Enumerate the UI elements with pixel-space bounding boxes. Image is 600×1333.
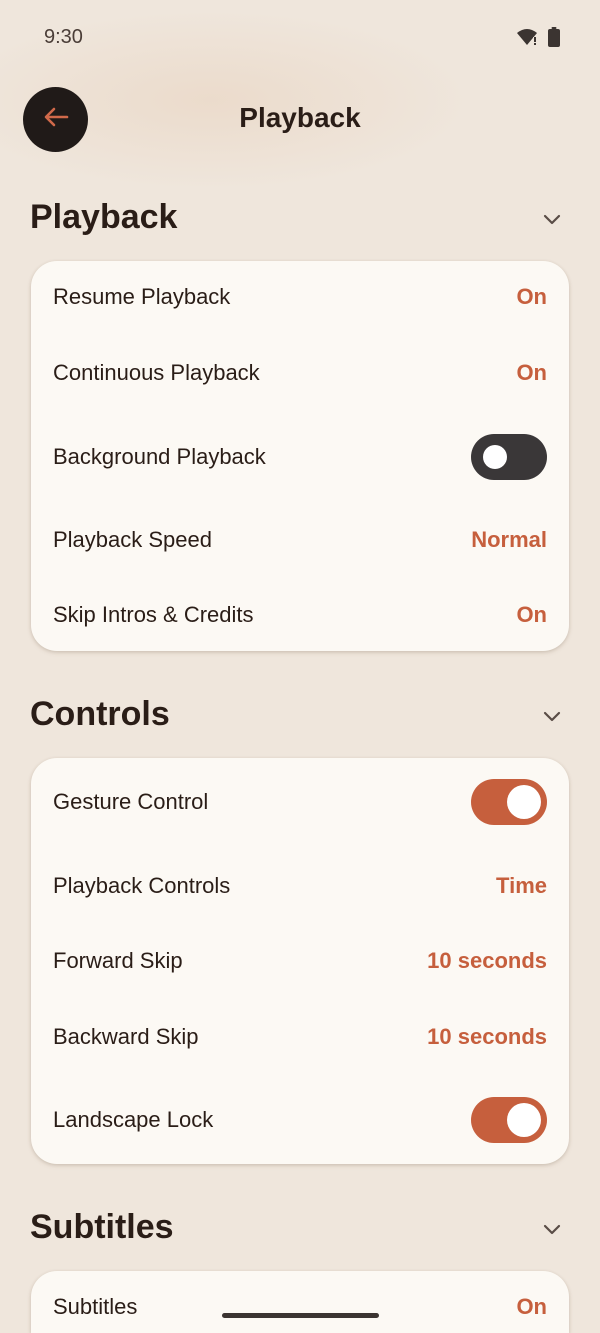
setting-label: Gesture Control [53,789,209,814]
home-indicator[interactable] [222,1313,379,1318]
setting-value: On [516,284,547,309]
setting-row-subtitles[interactable]: Subtitles On [31,1282,569,1332]
section-title-controls: Controls [30,695,170,733]
background-playback-toggle[interactable] [471,434,547,480]
controls-settings-card: Gesture Control Playback Controls Time F… [31,758,569,1164]
section-title-playback: Playback [30,198,178,236]
setting-label: Skip Intros & Credits [53,602,254,627]
setting-label: Landscape Lock [53,1107,214,1132]
setting-label: Playback Controls [53,873,231,898]
subtitles-settings-card: Subtitles On [31,1271,569,1333]
chevron-down-icon [543,1224,561,1235]
setting-label: Backward Skip [53,1024,199,1049]
setting-value: On [516,360,547,385]
section-header-controls[interactable]: Controls [30,695,570,745]
setting-row-skip-intros-credits[interactable]: Skip Intros & Credits On [31,590,569,640]
landscape-lock-toggle[interactable] [471,1097,547,1143]
setting-row-gesture-control[interactable]: Gesture Control [31,777,569,827]
status-icons [516,27,560,52]
setting-row-playback-speed[interactable]: Playback Speed Normal [31,515,569,565]
setting-value: Time [496,873,547,898]
section-header-subtitles[interactable]: Subtitles [30,1208,570,1258]
setting-label: Forward Skip [53,948,183,973]
setting-label: Continuous Playback [53,360,260,385]
toggle-knob [483,445,507,469]
page-title: Playback [239,102,361,133]
setting-label: Playback Speed [53,527,212,552]
setting-value: 10 seconds [427,1024,547,1049]
playback-settings-card: Resume Playback On Continuous Playback O… [31,261,569,651]
wifi-icon [516,28,538,51]
chevron-down-icon [543,711,561,722]
status-time: 9:30 [44,26,83,48]
chevron-down-icon [543,214,561,225]
setting-row-continuous-playback[interactable]: Continuous Playback On [31,348,569,398]
setting-label: Subtitles [53,1294,138,1319]
setting-value: On [516,602,547,627]
setting-label: Resume Playback [53,284,231,309]
setting-row-forward-skip[interactable]: Forward Skip 10 seconds [31,936,569,986]
setting-row-resume-playback[interactable]: Resume Playback On [31,272,569,322]
setting-value: Normal [471,527,547,552]
setting-value: On [516,1294,547,1319]
setting-row-background-playback[interactable]: Background Playback [31,432,569,482]
status-bar: 9:30 [0,0,600,76]
setting-row-landscape-lock[interactable]: Landscape Lock [31,1095,569,1145]
setting-row-backward-skip[interactable]: Backward Skip 10 seconds [31,1012,569,1062]
toggle-knob [507,785,541,819]
toggle-knob [507,1103,541,1137]
battery-icon [548,27,560,52]
setting-label: Background Playback [53,444,266,469]
section-header-playback[interactable]: Playback [30,198,570,248]
setting-row-playback-controls[interactable]: Playback Controls Time [31,861,569,911]
setting-value: 10 seconds [427,948,547,973]
section-title-subtitles: Subtitles [30,1208,174,1246]
gesture-control-toggle[interactable] [471,779,547,825]
